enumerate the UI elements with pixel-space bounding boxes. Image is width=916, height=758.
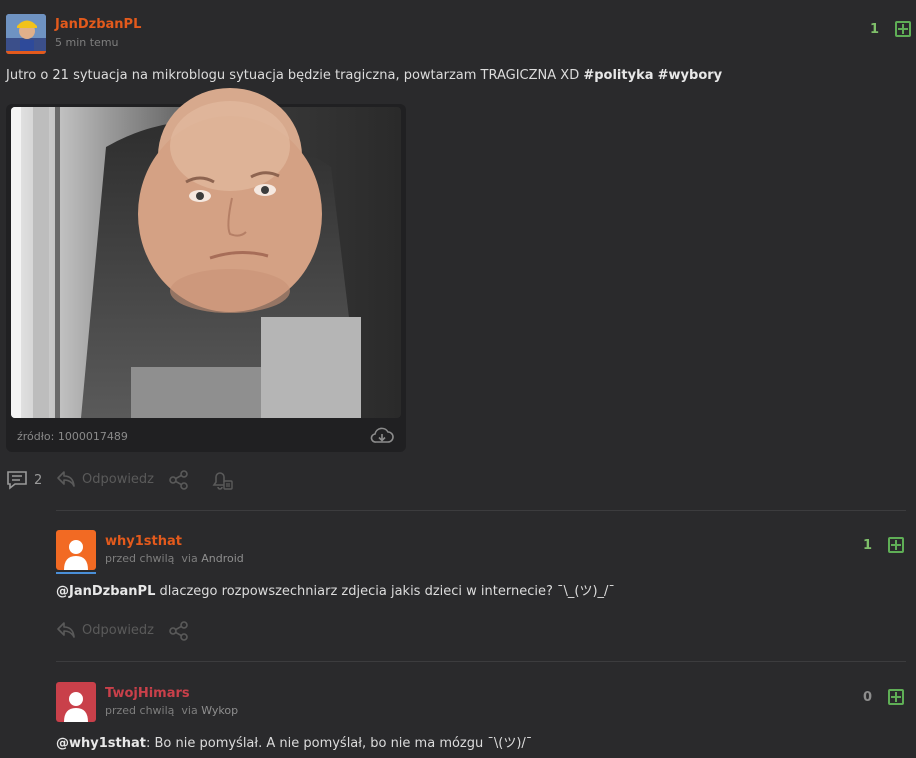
author-avatar[interactable] bbox=[6, 14, 46, 54]
comment-icon bbox=[7, 471, 27, 490]
comment-timestamp[interactable]: przed chwilą bbox=[105, 704, 174, 717]
avatar-underline bbox=[56, 572, 96, 574]
via-source: Android bbox=[201, 552, 244, 565]
reply-button[interactable]: Odpowiedz bbox=[56, 621, 154, 639]
comment-vote-count: 0 bbox=[863, 690, 873, 705]
plus-icon bbox=[891, 692, 901, 702]
upvote-button[interactable] bbox=[888, 537, 904, 553]
comment-username[interactable]: why1sthat bbox=[105, 534, 182, 549]
reply-label: Odpowiedz bbox=[82, 622, 155, 638]
default-avatar-icon bbox=[64, 692, 88, 722]
plus-icon bbox=[891, 540, 901, 550]
comment-count: 2 bbox=[34, 472, 43, 488]
comments-button[interactable]: 2 bbox=[6, 470, 42, 490]
comment-avatar[interactable] bbox=[56, 530, 96, 570]
notification-bell-icon[interactable] bbox=[210, 469, 234, 495]
comment-text: dlaczego rozpowszechniarz zdjecia jakis … bbox=[155, 584, 615, 599]
comment-meta: przed chwilą via Wykop bbox=[105, 704, 238, 717]
reply-arrow-icon bbox=[57, 622, 75, 638]
comment-timestamp[interactable]: przed chwilą bbox=[105, 552, 174, 565]
reply-label: Odpowiedz bbox=[82, 471, 155, 487]
via-label: via bbox=[181, 552, 198, 565]
post-vote-count: 1 bbox=[870, 22, 880, 37]
reply-arrow-icon bbox=[57, 471, 75, 487]
share-icon[interactable] bbox=[168, 469, 190, 495]
upvote-button[interactable] bbox=[888, 689, 904, 705]
comment-divider bbox=[56, 661, 906, 662]
comment-meta: przed chwilą via Android bbox=[105, 552, 244, 565]
comment-vote-count: 1 bbox=[863, 538, 873, 553]
comment-avatar[interactable] bbox=[56, 682, 96, 722]
post-text: Jutro o 21 sytuacja na mikroblogu sytuac… bbox=[6, 68, 584, 83]
comment-divider bbox=[56, 510, 906, 511]
reply-button[interactable]: Odpowiedz bbox=[56, 470, 154, 488]
avatar-image bbox=[6, 14, 46, 54]
author-username[interactable]: JanDzbanPL bbox=[55, 17, 141, 32]
post-body: Jutro o 21 sytuacja na mikroblogu sytuac… bbox=[6, 67, 906, 85]
default-avatar-icon bbox=[64, 540, 88, 570]
face-overlay bbox=[130, 86, 330, 318]
tag-link[interactable]: #polityka bbox=[583, 68, 653, 83]
tag-link[interactable]: #wybory bbox=[658, 68, 723, 83]
comment-body: @JanDzbanPL dlaczego rozpowszechniarz zd… bbox=[56, 583, 906, 601]
share-icon[interactable] bbox=[168, 620, 190, 646]
download-icon[interactable] bbox=[370, 427, 394, 449]
via-label: via bbox=[181, 704, 198, 717]
comment-body: @why1sthat: Bo nie pomyślał. A nie pomyś… bbox=[56, 735, 906, 753]
via-source: Wykop bbox=[201, 704, 239, 717]
mention-link[interactable]: @why1sthat bbox=[56, 736, 146, 751]
plus-icon bbox=[898, 24, 908, 34]
image-source[interactable]: źródło: 1000017489 bbox=[17, 430, 128, 443]
upvote-button[interactable] bbox=[895, 21, 911, 37]
post-timestamp[interactable]: 5 min temu bbox=[55, 36, 119, 49]
comment-username[interactable]: TwojHimars bbox=[105, 686, 190, 701]
comment-text: : Bo nie pomyślał. A nie pomyślał, bo ni… bbox=[145, 736, 533, 751]
mention-link[interactable]: @JanDzbanPL bbox=[56, 584, 155, 599]
